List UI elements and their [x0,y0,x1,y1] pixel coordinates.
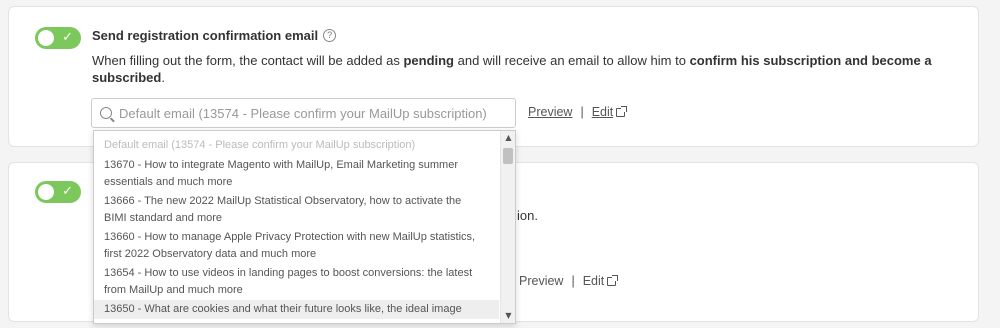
desc-text: . [161,70,165,85]
scrollbar-thumb[interactable] [503,148,513,164]
desc-text: and will receive an email to allow him t… [454,53,690,68]
check-icon: ✓ [62,30,73,45]
toggle-knob [38,184,54,200]
card2-actions: Preview | Edit [519,274,619,288]
select-placeholder: Default email (13574 - Please confirm yo… [119,105,487,121]
second-option-toggle[interactable]: ✓ [35,181,81,203]
preview-link[interactable]: Preview [528,105,572,119]
email-template-dropdown[interactable]: Default email (13574 - Please confirm yo… [93,130,516,324]
dropdown-option[interactable]: 13670 - How to integrate Magento with Ma… [94,156,499,192]
scroll-down-icon[interactable]: ▼ [501,309,515,323]
external-link-icon[interactable] [616,105,628,117]
card1-actions: Preview | Edit [528,105,628,119]
scroll-up-icon[interactable]: ▲ [501,131,515,145]
dropdown-option[interactable]: 13660 - How to manage Apple Privacy Prot… [94,228,499,264]
title-text: Send registration confirmation email [92,28,319,43]
separator: | [571,274,575,288]
second-card-description-tail: ion. [517,208,538,223]
dropdown-option: Default email (13574 - Please confirm yo… [104,139,416,151]
edit-link[interactable]: Edit [592,105,614,119]
dropdown-option[interactable]: 13650 - What are cookies and what their … [94,300,499,319]
search-icon [100,107,112,119]
dropdown-option[interactable]: 13654 - How to use videos in landing pag… [94,264,499,300]
external-link-icon[interactable] [607,274,619,286]
preview-link[interactable]: Preview [519,274,563,288]
help-icon[interactable]: ? [323,29,337,42]
email-template-select[interactable]: Default email (13574 - Please confirm yo… [91,98,516,128]
confirmation-email-toggle[interactable]: ✓ [35,27,81,49]
separator: | [580,105,584,119]
dropdown-scrollbar[interactable]: ▲ ▼ [500,131,515,323]
check-icon: ✓ [62,184,73,199]
toggle-knob [38,30,54,46]
confirmation-email-title: Send registration confirmation email ? [92,28,337,43]
desc-text: When filling out the form, the contact w… [92,53,404,68]
confirmation-email-description: When filling out the form, the contact w… [92,52,952,86]
desc-emphasis: pending [403,53,454,68]
dropdown-option[interactable]: 13666 - The new 2022 MailUp Statistical … [94,192,499,228]
edit-link[interactable]: Edit [583,274,605,288]
